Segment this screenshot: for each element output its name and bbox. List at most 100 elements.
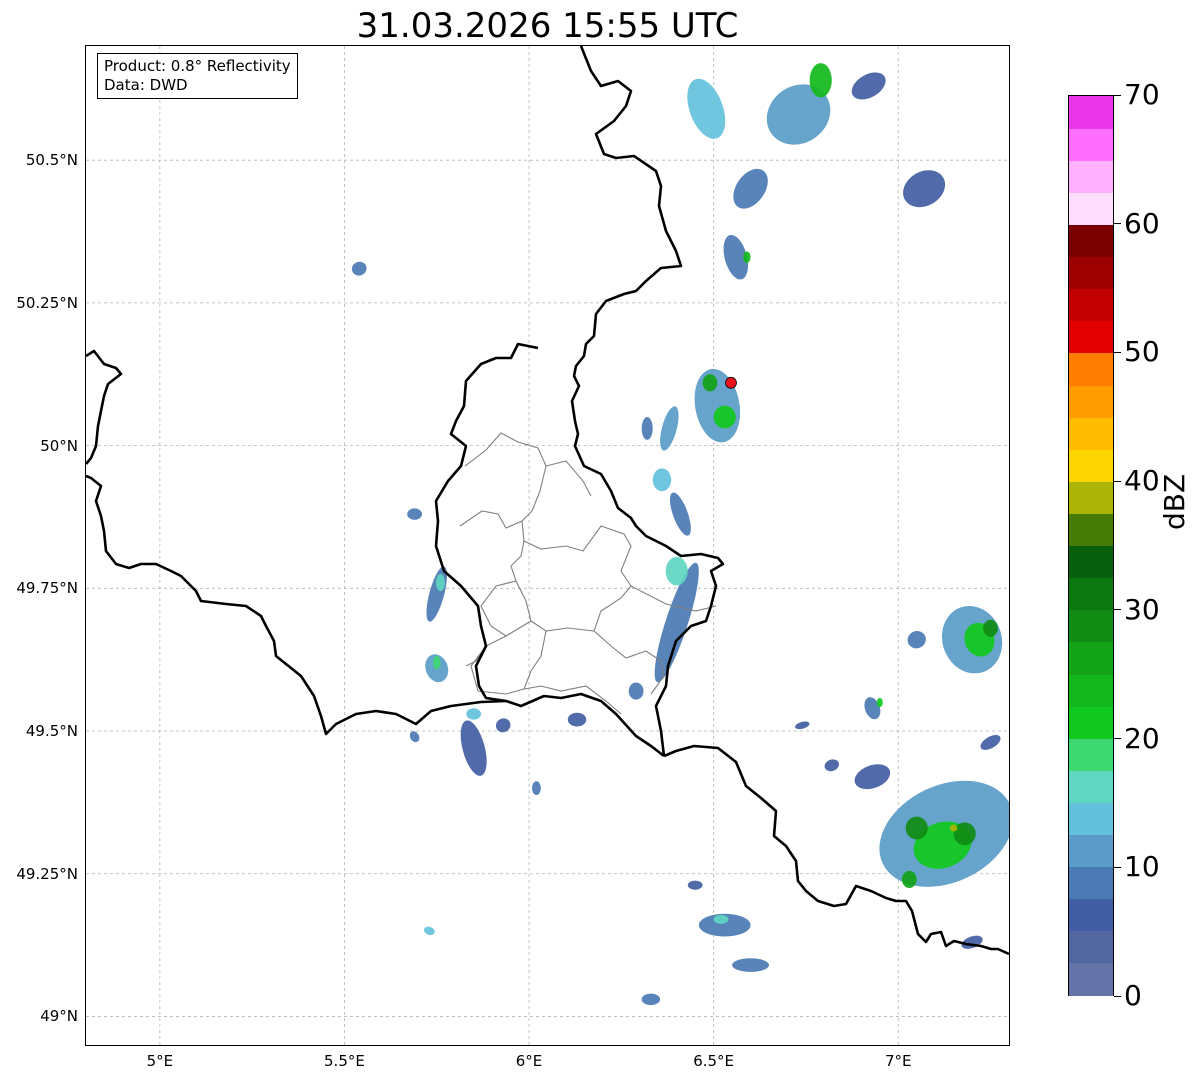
canton-boundary (465, 645, 487, 667)
colorbar-segment (1069, 288, 1113, 322)
echo-cell (809, 63, 832, 98)
echo-cell (351, 261, 367, 276)
echo-cell (733, 168, 768, 209)
colorbar-segment (1069, 352, 1113, 386)
echo-cell (983, 619, 998, 637)
lon-tick-label: 5°E (146, 1052, 174, 1070)
colorbar-segment (1069, 770, 1113, 803)
echo-cell (433, 655, 441, 670)
map-canvas (86, 46, 1009, 1045)
colorbar-segment (1069, 256, 1113, 290)
echo-cell (795, 721, 810, 730)
lon-tick-label: 7°E (884, 1052, 912, 1070)
echo-cell (824, 759, 839, 772)
echo-cell (905, 816, 928, 840)
echo-cell (641, 417, 653, 440)
echo-cell (407, 508, 422, 520)
colorbar-segment (1069, 160, 1113, 193)
echo-cell (665, 556, 688, 586)
echo-cell (660, 406, 679, 451)
colorbar-tick (1114, 995, 1121, 997)
colorbar-tick-label: 70 (1124, 78, 1160, 111)
lat-tick-label: 49.75°N (16, 579, 78, 598)
colorbar-segment (1069, 449, 1113, 482)
colorbar-segment (1069, 192, 1113, 226)
colorbar-segment (1069, 962, 1113, 996)
lat-tick-label: 49.5°N (25, 722, 78, 741)
echo-cell (652, 468, 672, 492)
reflectivity-echoes (351, 63, 1009, 1006)
colorbar-tick (1114, 223, 1121, 225)
colorbar-tick (1114, 94, 1121, 96)
echo-cell (694, 368, 741, 443)
lat-tick-label: 50.25°N (16, 293, 78, 312)
colorbar-tick-label: 30 (1124, 592, 1160, 626)
echo-cell (436, 574, 445, 592)
echo-cell (409, 731, 420, 743)
echo-cell (669, 492, 691, 536)
belgium-border-west (86, 349, 123, 465)
country-borders (86, 46, 1009, 956)
echo-cell (743, 251, 751, 263)
echo-cell (876, 697, 883, 708)
lon-tick-label: 5.5°E (324, 1052, 365, 1070)
canton-boundary (521, 520, 632, 587)
lat-tick-label: 49°N (40, 1007, 78, 1026)
colorbar-segment (1069, 513, 1113, 547)
echo-cell (713, 914, 729, 924)
colorbar-segment (1069, 802, 1113, 836)
gridlines (86, 46, 1009, 1045)
canton-boundary (480, 580, 532, 637)
colorbar-segment (1069, 898, 1113, 932)
colorbar-segment (1069, 481, 1113, 514)
echo-cell (687, 880, 703, 890)
echo-cell (567, 712, 587, 727)
echo-cell (854, 764, 891, 790)
echo-cell (628, 682, 644, 700)
colorbar-segment (1069, 577, 1113, 611)
echo-cell (423, 926, 435, 936)
echo-cell (531, 781, 541, 795)
lon-tick-label: 6.5°E (693, 1052, 735, 1070)
echo-cell (702, 374, 718, 392)
canton-boundary (464, 432, 592, 497)
colorbar-segment (1069, 609, 1113, 643)
colorbar-tick (1114, 866, 1121, 868)
colorbar-tick (1114, 351, 1121, 353)
colorbar-tick-label: 10 (1124, 850, 1160, 884)
colorbar-tick-label: 40 (1124, 464, 1160, 498)
echo-cell (460, 720, 487, 776)
radar-map[interactable] (85, 45, 1010, 1046)
echo-cell (687, 78, 726, 139)
belgium-france-border (86, 474, 507, 736)
colorbar-segment (1069, 641, 1113, 675)
echo-cell (953, 822, 976, 846)
colorbar-tick (1114, 480, 1121, 482)
radar-site-layer (725, 376, 737, 389)
lat-tick-label: 50.5°N (25, 151, 78, 170)
echo-cell (732, 958, 770, 972)
echo-cell (851, 72, 886, 100)
map-title: 31.03.2026 15:55 UTC (356, 6, 739, 46)
colorbar-segment (1069, 866, 1113, 900)
echo-cell (901, 870, 917, 889)
colorbar-segment (1069, 320, 1113, 354)
colorbar-tick-label: 60 (1124, 206, 1160, 240)
colorbar-segment (1069, 224, 1113, 258)
colorbar-segment (1069, 738, 1113, 771)
echo-cell (466, 708, 482, 720)
echo-cell (949, 824, 958, 832)
lat-tick-label: 49.25°N (16, 864, 78, 883)
colorbar (1068, 95, 1114, 996)
colorbar-tick-label: 20 (1124, 721, 1160, 755)
product-info-box: Product: 0.8° Reflectivity Data: DWD (97, 53, 298, 99)
echo-cell (980, 735, 1001, 750)
radar-site-marker[interactable] (725, 376, 737, 389)
lat-tick-label: 50°N (40, 436, 78, 455)
canton-boundary (523, 630, 622, 715)
colorbar-segment (1069, 673, 1113, 707)
colorbar-segment (1069, 706, 1113, 739)
colorbar-segment (1069, 834, 1113, 868)
colorbar-segment (1069, 96, 1113, 129)
colorbar-segment (1069, 545, 1113, 579)
